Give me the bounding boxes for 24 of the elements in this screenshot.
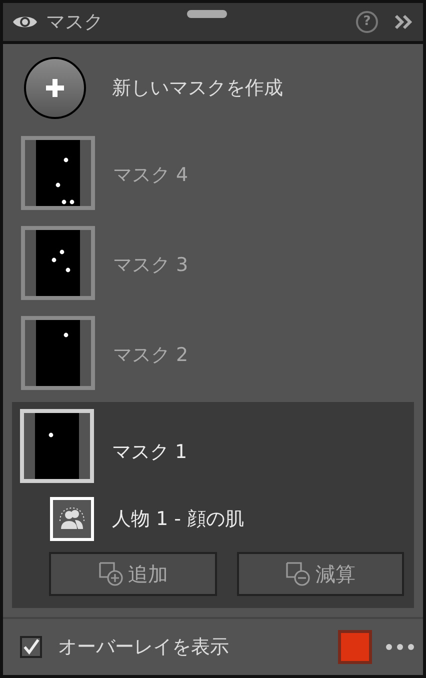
overlay-checkbox[interactable] [20, 636, 42, 658]
create-mask-label: 新しいマスクを作成 [112, 76, 283, 101]
component-label[interactable]: 人物 1 - 顔の肌 [112, 504, 244, 534]
people-icon[interactable] [50, 497, 94, 541]
help-button[interactable]: ? [356, 11, 378, 33]
mask-thumbnail[interactable] [21, 136, 95, 210]
overlay-color-swatch[interactable] [338, 630, 372, 664]
chevrons-icon[interactable] [394, 14, 414, 30]
add-button[interactable]: 追加 [49, 552, 216, 596]
mask-thumbnail[interactable] [21, 316, 95, 390]
mask-name[interactable]: マスク 1 [112, 438, 188, 466]
mask-name[interactable]: マスク 4 [113, 160, 188, 190]
mask-name[interactable]: マスク 2 [113, 340, 188, 370]
subtract-button[interactable]: 減算 [236, 552, 404, 596]
plus-icon [44, 77, 66, 99]
add-shape-icon [98, 561, 124, 587]
drag-handle[interactable] [187, 10, 227, 18]
overlay-label: オーバーレイを表示 [58, 634, 229, 660]
panel-title: マスク [46, 10, 103, 35]
mask-name[interactable]: マスク 3 [113, 250, 188, 280]
subtract-shape-icon [285, 561, 312, 587]
mask-thumbnail[interactable] [21, 226, 95, 300]
more-icon[interactable] [385, 643, 415, 651]
mask-thumbnail[interactable] [20, 409, 94, 483]
